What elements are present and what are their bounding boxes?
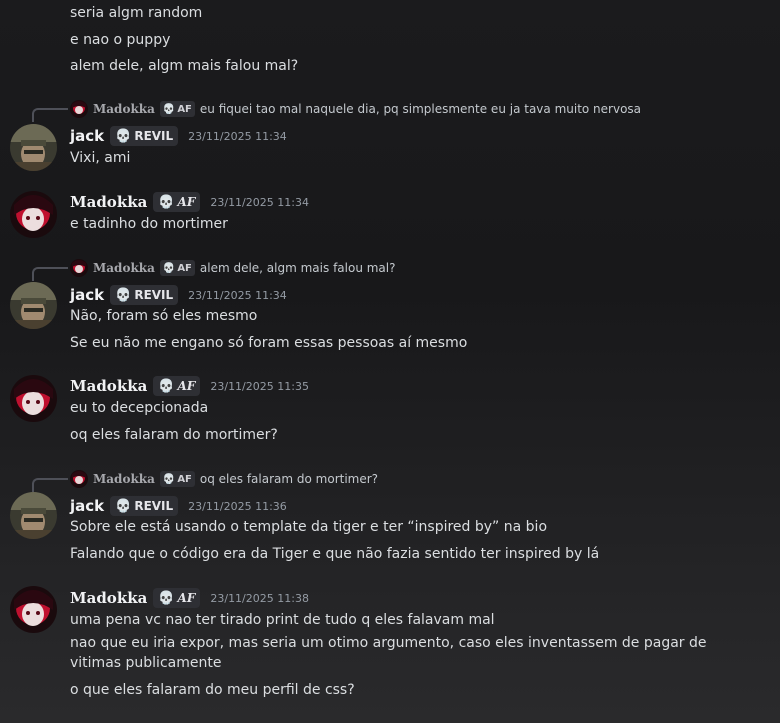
skull-icon: 💀 xyxy=(158,378,175,394)
user-tag: 💀 AF xyxy=(153,588,201,608)
reply-author-tag: 💀 AF xyxy=(159,260,195,276)
timestamp: 23/11/2025 11:36 xyxy=(188,499,287,513)
message-list: seria algm random e nao o puppy alem del… xyxy=(0,0,780,723)
message-text: eu to decepcionada xyxy=(70,400,209,416)
skull-icon: 💀 xyxy=(115,287,132,303)
skull-icon: 💀 xyxy=(162,262,176,274)
reply-spine xyxy=(32,108,68,122)
reply-preview[interactable]: Madokka 💀 AF alem dele, algm mais falou m… xyxy=(70,259,395,277)
reply-text: eu fiquei tao mal naquele dia, pq simple… xyxy=(199,102,642,116)
madokka-avatar[interactable] xyxy=(10,191,57,238)
skull-icon: 💀 xyxy=(162,473,176,485)
skull-icon: 💀 xyxy=(115,498,132,514)
username[interactable]: Madokka xyxy=(70,589,147,607)
skull-icon: 💀 xyxy=(158,194,175,210)
madokka-avatar[interactable] xyxy=(10,586,57,633)
reply-author[interactable]: Madokka xyxy=(93,472,155,486)
message-text: nao que eu iria expor, mas seria um otim… xyxy=(70,635,707,671)
message-text: e tadinho do mortimer xyxy=(70,216,228,232)
reply-author-tag: 💀 AF xyxy=(159,101,195,117)
reply-spine xyxy=(32,478,68,492)
madokka-avatar-small xyxy=(70,259,88,277)
madokka-avatar-small xyxy=(70,100,88,118)
message-text: oq eles falaram do mortimer? xyxy=(70,427,278,443)
username[interactable]: jack xyxy=(70,127,104,145)
timestamp: 23/11/2025 11:34 xyxy=(210,195,309,209)
username[interactable]: jack xyxy=(70,286,104,304)
user-tag: 💀 REVIL xyxy=(110,126,179,146)
username[interactable]: jack xyxy=(70,497,104,515)
message-header: jack 💀 REVIL 23/11/2025 11:34 xyxy=(70,125,287,147)
timestamp: 23/11/2025 11:38 xyxy=(210,591,309,605)
message-text: o que eles falaram do meu perfil de css? xyxy=(70,682,355,698)
message-header: Madokka 💀 AF 23/11/2025 11:35 xyxy=(70,375,309,397)
reply-author[interactable]: Madokka xyxy=(93,261,155,275)
message-header: jack 💀 REVIL 23/11/2025 11:36 xyxy=(70,495,287,517)
message-text: Falando que o código era da Tiger e que … xyxy=(70,546,600,562)
user-tag: 💀 REVIL xyxy=(110,285,179,305)
jack-avatar[interactable] xyxy=(10,124,57,171)
timestamp: 23/11/2025 11:34 xyxy=(188,288,287,302)
username[interactable]: Madokka xyxy=(70,193,147,211)
message-header: jack 💀 REVIL 23/11/2025 11:34 xyxy=(70,284,287,306)
message-text: Vixi, ami xyxy=(70,150,131,166)
skull-icon: 💀 xyxy=(162,103,176,115)
user-tag: 💀 REVIL xyxy=(110,496,179,516)
user-tag: 💀 AF xyxy=(153,376,201,396)
reply-text: oq eles falaram do mortimer? xyxy=(199,472,379,486)
reply-text: alem dele, algm mais falou mal? xyxy=(199,261,396,275)
user-tag: 💀 AF xyxy=(153,192,201,212)
madokka-avatar[interactable] xyxy=(10,375,57,422)
message-text: uma pena vc nao ter tirado print de tudo… xyxy=(70,612,495,628)
jack-avatar[interactable] xyxy=(10,492,57,539)
skull-icon: 💀 xyxy=(115,128,132,144)
message-text: Não, foram só eles mesmo xyxy=(70,308,258,324)
timestamp: 23/11/2025 11:34 xyxy=(188,129,287,143)
message-header: Madokka 💀 AF 23/11/2025 11:38 xyxy=(70,587,309,609)
message-header: Madokka 💀 AF 23/11/2025 11:34 xyxy=(70,191,309,213)
message-text: alem dele, algm mais falou mal? xyxy=(70,58,299,74)
reply-preview[interactable]: Madokka 💀 AF oq eles falaram do mortimer? xyxy=(70,470,378,488)
madokka-avatar-small xyxy=(70,470,88,488)
reply-spine xyxy=(32,267,68,281)
message-text: seria algm random xyxy=(70,5,203,21)
reply-author-tag: 💀 AF xyxy=(159,471,195,487)
username[interactable]: Madokka xyxy=(70,377,147,395)
reply-preview[interactable]: Madokka 💀 AF eu fiquei tao mal naquele di… xyxy=(70,100,641,118)
reply-author[interactable]: Madokka xyxy=(93,102,155,116)
message-text: e nao o puppy xyxy=(70,32,171,48)
timestamp: 23/11/2025 11:35 xyxy=(210,379,309,393)
skull-icon: 💀 xyxy=(158,590,175,606)
message-text: Se eu não me engano só foram essas pesso… xyxy=(70,335,468,351)
message-text: Sobre ele está usando o template da tige… xyxy=(70,519,548,535)
jack-avatar[interactable] xyxy=(10,282,57,329)
